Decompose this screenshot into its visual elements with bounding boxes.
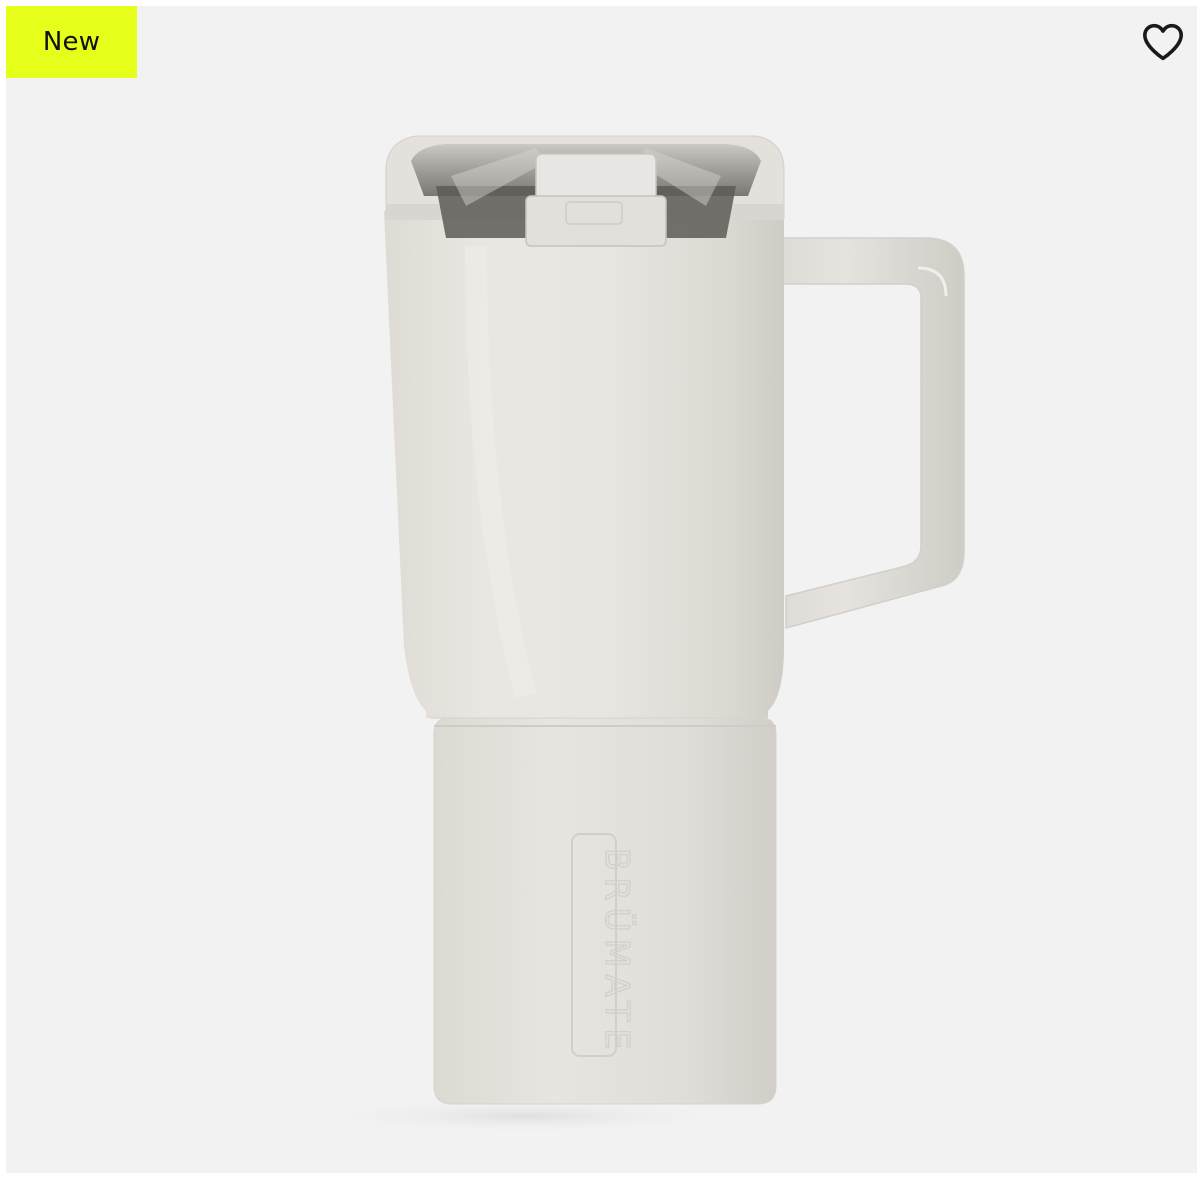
brand-logo-text: BRÜMATE [598, 848, 638, 1056]
product-card[interactable]: BRÜMATE New [6, 6, 1197, 1173]
product-image[interactable]: BRÜMATE [6, 6, 1197, 1173]
new-badge: New [6, 6, 137, 78]
wishlist-button[interactable] [1139, 18, 1187, 66]
heart-outline-icon [1143, 23, 1183, 61]
